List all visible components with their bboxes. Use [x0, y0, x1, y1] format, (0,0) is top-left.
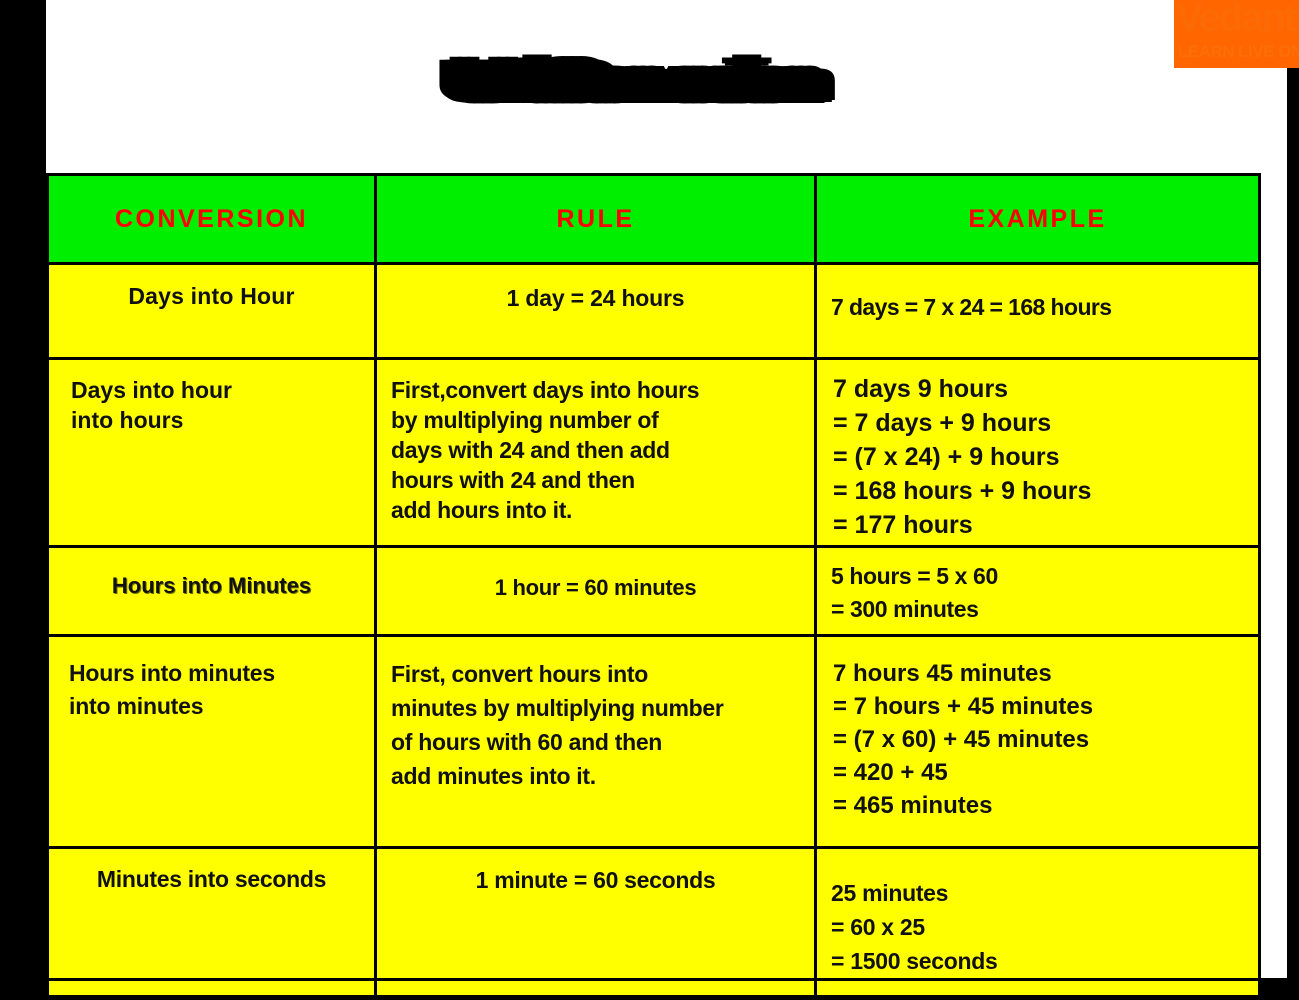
- cell-rule: 1 day = 24 hours: [374, 262, 817, 360]
- cell-conversion: Hours into minutes into minutes: [46, 634, 377, 849]
- column-header-conversion: CONVERSION: [46, 173, 377, 265]
- table-row: Minutes into seconds 1 minute = 60 secon…: [46, 846, 1261, 981]
- rule-text: 1 day = 24 hours: [506, 285, 685, 311]
- table-body: Days into Hour 1 day = 24 hours 7 days =…: [46, 262, 1261, 998]
- cell-conversion: Hours into Minutes: [46, 545, 377, 637]
- conversion-table: CONVERSION RULE EXAMPLE Days into Hour 1…: [46, 173, 1261, 998]
- example-text: 25 minutes = 60 x 25 = 1500 seconds: [831, 880, 998, 974]
- table-row-partial: [46, 978, 1261, 998]
- conversion-text: Days into Hour: [128, 283, 295, 309]
- example-text: 7 days = 7 x 24 = 168 hours: [831, 294, 1112, 320]
- conversion-text: Hours into Minutes: [111, 573, 312, 598]
- slide-root: Unit Conversion CONVERSION RULE EXAMPLE …: [0, 0, 1299, 1000]
- page-title-container: Unit Conversion: [92, 52, 1162, 112]
- cell-example: 7 days = 7 x 24 = 168 hours: [814, 262, 1261, 360]
- cell-rule: [374, 978, 817, 998]
- page-title: Unit Conversion: [453, 48, 821, 113]
- cell-example: [814, 978, 1261, 998]
- conversion-text: Minutes into seconds: [96, 866, 327, 892]
- table-header-row: CONVERSION RULE EXAMPLE: [46, 173, 1261, 265]
- logo-tagline: LEARN LIVE ONLINE: [1178, 42, 1299, 61]
- conversion-text: Hours into minutes into minutes: [69, 660, 275, 719]
- cell-rule: 1 minute = 60 seconds: [374, 846, 817, 981]
- table-row: Days into hour into hours First,convert …: [46, 357, 1261, 548]
- cell-conversion: Days into hour into hours: [46, 357, 377, 548]
- rule-text: First,convert days into hours by multipl…: [391, 377, 700, 523]
- cell-rule: 1 hour = 60 minutes: [374, 545, 817, 637]
- example-text: 5 hours = 5 x 60 = 300 minutes: [831, 563, 998, 622]
- table-header: CONVERSION RULE EXAMPLE: [46, 173, 1261, 265]
- rule-text: First, convert hours into minutes by mul…: [391, 661, 724, 789]
- column-header-rule: RULE: [374, 173, 817, 265]
- cell-example: 25 minutes = 60 x 25 = 1500 seconds: [814, 846, 1261, 981]
- cell-example: 7 days 9 hours = 7 days + 9 hours = (7 x…: [814, 357, 1261, 548]
- table-row: Days into Hour 1 day = 24 hours 7 days =…: [46, 262, 1261, 360]
- cell-conversion: [46, 978, 377, 998]
- example-text: 7 days 9 hours = 7 days + 9 hours = (7 x…: [833, 375, 1092, 539]
- logo-watermark: Vedantu LEARN LIVE ONLINE: [1174, 0, 1299, 68]
- cell-example: 7 hours 45 minutes = 7 hours + 45 minute…: [814, 634, 1261, 849]
- column-header-example: EXAMPLE: [814, 173, 1261, 265]
- table-row: Hours into Minutes 1 hour = 60 minutes 5…: [46, 545, 1261, 637]
- cell-conversion: Days into Hour: [46, 262, 377, 360]
- cell-rule: First, convert hours into minutes by mul…: [374, 634, 817, 849]
- example-text: 7 hours 45 minutes = 7 hours + 45 minute…: [833, 660, 1094, 819]
- conversion-text: Days into hour into hours: [71, 377, 233, 433]
- rule-text: 1 minute = 60 seconds: [475, 867, 716, 893]
- table-row: Hours into minutes into minutes First, c…: [46, 634, 1261, 849]
- content-board: Unit Conversion CONVERSION RULE EXAMPLE …: [46, 0, 1299, 998]
- cell-example: 5 hours = 5 x 60 = 300 minutes: [814, 545, 1261, 637]
- rule-text: 1 hour = 60 minutes: [494, 575, 697, 600]
- cell-conversion: Minutes into seconds: [46, 846, 377, 981]
- cell-rule: First,convert days into hours by multipl…: [374, 357, 817, 548]
- logo-wordmark: Vedantu: [1176, 0, 1299, 40]
